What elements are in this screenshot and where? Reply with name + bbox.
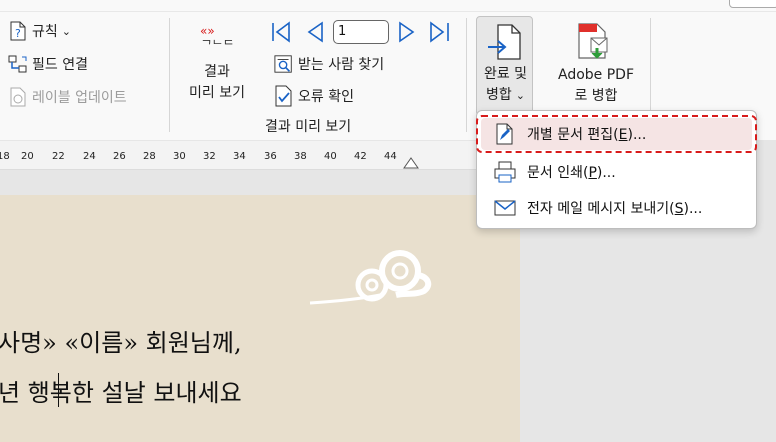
- cloud-ornament-icon: [300, 245, 440, 319]
- check-errors-icon: [274, 85, 294, 107]
- ruler-number: 24: [83, 151, 96, 162]
- adobe-pdf-icon: [575, 22, 615, 66]
- last-record-icon[interactable]: [428, 21, 452, 47]
- match-fields-label: 필드 연결: [32, 57, 88, 73]
- menu-item-send-email[interactable]: 전자 메일 메시지 보내기(S)...: [481, 192, 752, 224]
- edit-individual-access-key: E: [618, 127, 628, 143]
- chevron-down-icon: ⌄: [61, 24, 71, 38]
- send-email-tail: )...: [683, 201, 703, 217]
- text-cursor: [58, 373, 59, 407]
- find-recipient-icon: [274, 54, 294, 74]
- finish-merge-line2-wrap: 병합 ⌄: [477, 85, 534, 106]
- edit-individual-text: 개별 문서 편집(: [527, 127, 619, 143]
- edit-document-icon: [493, 122, 517, 146]
- print-documents-label: 문서 인쇄(P)...: [527, 162, 616, 182]
- group-separator: [169, 18, 170, 132]
- ruler-number: 34: [233, 151, 246, 162]
- rules-button[interactable]: ? 규칙 ⌄: [8, 21, 71, 41]
- finish-merge-icon: [486, 23, 522, 67]
- svg-text:?: ?: [15, 27, 21, 40]
- preview-results-icon: «» ᄀᄂᄃ: [198, 24, 236, 56]
- document-page[interactable]: 사명» «이름» 회원님께, 년 행복한 설날 보내세요: [0, 195, 520, 442]
- update-labels-button[interactable]: 레이블 업데이트: [8, 87, 127, 107]
- email-envelope-icon: [493, 196, 517, 220]
- rules-icon: ?: [8, 21, 28, 41]
- preview-results-line1: 결과: [204, 64, 230, 80]
- window-corner-control[interactable]: [729, 0, 776, 8]
- rules-label: 규칙: [32, 24, 58, 40]
- edit-individual-tail: )...: [627, 127, 647, 143]
- letter-body-line: 년 행복한 설날 보내세요: [0, 379, 242, 407]
- adobe-pdf-line2: 로 병합: [574, 88, 618, 104]
- first-record-icon[interactable]: [270, 21, 292, 47]
- ruler-number: 20: [21, 151, 34, 162]
- adobe-pdf-line1: Adobe PDF: [557, 67, 634, 83]
- ruler-number: 26: [113, 151, 126, 162]
- next-record-icon[interactable]: [396, 21, 418, 47]
- ruler-number: 38: [294, 151, 307, 162]
- match-fields-icon: [8, 54, 28, 74]
- finish-merge-button[interactable]: 완료 및 병합 ⌄: [476, 16, 533, 116]
- check-errors-label: 오류 확인: [298, 89, 354, 105]
- menu-item-print-documents[interactable]: 문서 인쇄(P)...: [481, 156, 752, 188]
- print-documents-text: 문서 인쇄(: [527, 165, 589, 181]
- right-indent-marker-icon[interactable]: [403, 155, 419, 174]
- update-labels-label: 레이블 업데이트: [32, 90, 127, 106]
- update-labels-icon: [8, 87, 28, 107]
- print-documents-tail: )...: [596, 165, 616, 181]
- ruler-number: 42: [354, 151, 367, 162]
- ruler-number: 36: [264, 151, 277, 162]
- chevron-down-icon: ⌄: [515, 89, 525, 102]
- match-fields-button[interactable]: 필드 연결: [8, 54, 88, 74]
- ruler-number: 28: [143, 151, 156, 162]
- print-documents-icon: [493, 160, 517, 184]
- finish-merge-menu: 개별 문서 편집(E)... 문서 인쇄(P)... 전자 메일 메시지 보내기…: [476, 110, 757, 229]
- edit-individual-label: 개별 문서 편집(E)...: [527, 124, 646, 144]
- preview-group-label: 결과 미리 보기: [265, 119, 352, 135]
- horizontal-ruler[interactable]: 18 20 22 24 26 28 30 32 34 36 38 40 42 4…: [0, 141, 520, 170]
- ruler-number: 22: [52, 151, 65, 162]
- preview-results-label: 결과 미리 보기: [176, 62, 258, 104]
- find-recipient-label: 받는 사람 찾기: [298, 57, 385, 73]
- ruler-number: 18: [0, 151, 10, 162]
- ribbon-top-divider: [0, 11, 776, 12]
- menu-item-edit-individual-documents[interactable]: 개별 문서 편집(E)...: [481, 118, 752, 150]
- svg-text:«»: «»: [200, 24, 215, 38]
- preview-results-button[interactable]: «» ᄀᄂᄃ 결과 미리 보기: [176, 18, 258, 108]
- ruler-number: 40: [324, 151, 337, 162]
- send-email-access-key: S: [674, 201, 684, 217]
- finish-merge-label: 완료 및 병합 ⌄: [477, 64, 534, 106]
- adobe-pdf-merge-label: Adobe PDF 로 병합: [548, 65, 644, 107]
- record-number-input[interactable]: 1: [333, 20, 389, 44]
- ruler-number: 30: [173, 151, 186, 162]
- group-separator: [466, 18, 467, 132]
- ruler-number: 44: [384, 151, 397, 162]
- preview-results-line2: 미리 보기: [189, 85, 245, 101]
- send-email-label: 전자 메일 메시지 보내기(S)...: [527, 198, 702, 218]
- print-documents-access-key: P: [588, 165, 597, 181]
- adobe-pdf-merge-button[interactable]: Adobe PDF 로 병합: [548, 18, 644, 108]
- previous-record-icon[interactable]: [304, 21, 326, 47]
- finish-merge-line1: 완료 및: [483, 66, 528, 82]
- ruler-number: 32: [203, 151, 216, 162]
- send-email-text: 전자 메일 메시지 보내기(: [527, 201, 675, 217]
- finish-merge-line2: 병합: [486, 87, 512, 103]
- find-recipient-button[interactable]: 받는 사람 찾기: [274, 54, 384, 74]
- check-errors-button[interactable]: 오류 확인: [274, 85, 354, 107]
- svg-text:ᄀᄂᄃ: ᄀᄂᄃ: [201, 38, 234, 52]
- letter-greeting-line: 사명» «이름» 회원님께,: [0, 329, 242, 357]
